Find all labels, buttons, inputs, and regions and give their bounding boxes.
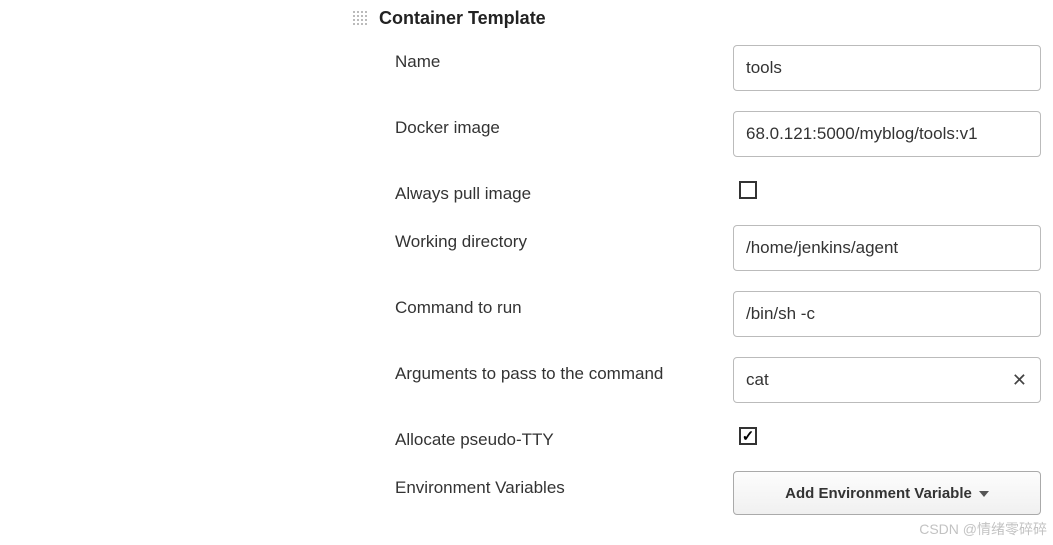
add-env-var-button[interactable]: Add Environment Variable bbox=[733, 471, 1041, 515]
label-docker-image: Docker image bbox=[395, 111, 733, 139]
row-tty: Allocate pseudo-TTY bbox=[353, 423, 1043, 451]
command-input[interactable] bbox=[733, 291, 1041, 337]
row-name: Name bbox=[353, 45, 1043, 91]
label-env-vars: Environment Variables bbox=[395, 471, 733, 499]
add-env-var-button-label: Add Environment Variable bbox=[785, 485, 972, 502]
working-dir-input[interactable] bbox=[733, 225, 1041, 271]
name-input[interactable] bbox=[733, 45, 1041, 91]
label-tty: Allocate pseudo-TTY bbox=[395, 423, 733, 451]
clear-input-icon[interactable]: ✕ bbox=[1008, 367, 1031, 393]
container-template-section: Container Template Name Docker image Alw… bbox=[353, 8, 1043, 515]
watermark: CSDN @情绪零碎碎 bbox=[919, 519, 1047, 539]
docker-image-input[interactable] bbox=[733, 111, 1041, 157]
label-name: Name bbox=[395, 45, 733, 73]
caret-down-icon bbox=[979, 491, 989, 497]
label-command: Command to run bbox=[395, 291, 733, 319]
row-always-pull: Always pull image bbox=[353, 177, 1043, 205]
section-header: Container Template bbox=[353, 8, 1043, 29]
label-arguments: Arguments to pass to the command bbox=[395, 357, 733, 385]
drag-handle-icon[interactable] bbox=[353, 11, 369, 27]
row-docker-image: Docker image bbox=[353, 111, 1043, 157]
row-arguments: Arguments to pass to the command ✕ bbox=[353, 357, 1043, 403]
label-always-pull: Always pull image bbox=[395, 177, 733, 205]
arguments-input[interactable] bbox=[733, 357, 1041, 403]
row-working-dir: Working directory bbox=[353, 225, 1043, 271]
row-command: Command to run bbox=[353, 291, 1043, 337]
section-title: Container Template bbox=[379, 8, 546, 29]
always-pull-checkbox[interactable] bbox=[739, 181, 757, 199]
row-env-vars: Environment Variables Add Environment Va… bbox=[353, 471, 1043, 515]
tty-checkbox[interactable] bbox=[739, 427, 757, 445]
label-working-dir: Working directory bbox=[395, 225, 733, 253]
